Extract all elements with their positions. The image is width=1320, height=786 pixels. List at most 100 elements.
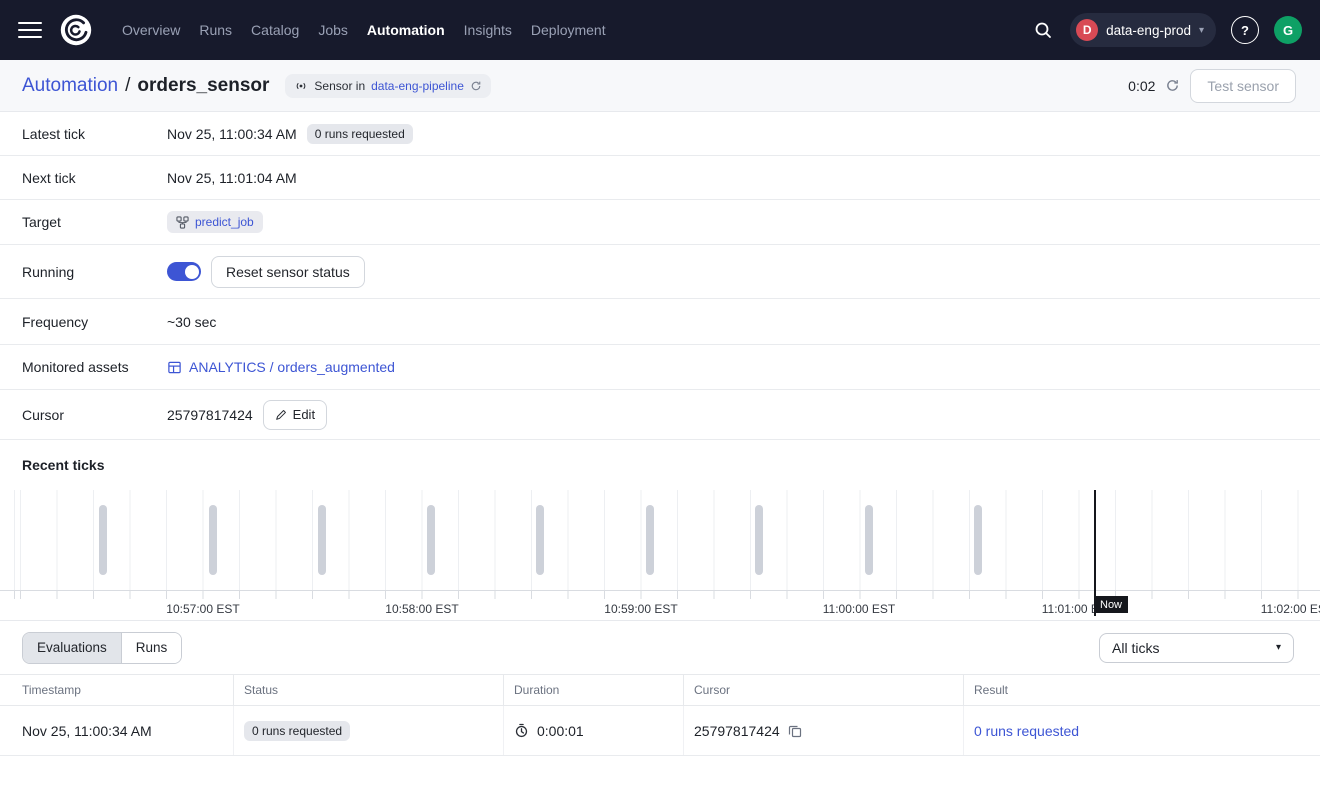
- col-cursor: Cursor: [683, 675, 963, 705]
- reset-sensor-status-button[interactable]: Reset sensor status: [211, 256, 365, 288]
- breadcrumb-automation-link[interactable]: Automation: [22, 75, 118, 97]
- col-duration: Duration: [503, 675, 683, 705]
- col-result: Result: [963, 675, 1320, 705]
- copy-icon[interactable]: [788, 724, 802, 738]
- search-icon[interactable]: [1031, 18, 1055, 42]
- detail-row-frequency: Frequency ~30 sec: [0, 299, 1320, 345]
- evaluations-toolbar: Evaluations Runs All ticks ▾: [0, 620, 1320, 674]
- target-job-link[interactable]: predict_job: [167, 211, 263, 233]
- sensor-tick-bar[interactable]: [974, 505, 982, 575]
- nav-runs[interactable]: Runs: [199, 22, 232, 38]
- top-nav: Overview Runs Catalog Jobs Automation In…: [0, 0, 1320, 60]
- monitored-asset-link[interactable]: ANALYTICS / orders_augmented: [167, 359, 395, 375]
- target-job-name: predict_job: [195, 215, 254, 229]
- detail-row-latest-tick: Latest tick Nov 25, 11:00:34 AM 0 runs r…: [0, 112, 1320, 156]
- table-header-row: Timestamp Status Duration Cursor Result: [0, 674, 1320, 706]
- tab-runs[interactable]: Runs: [122, 633, 182, 663]
- ticks-filter-select[interactable]: All ticks ▾: [1099, 633, 1294, 663]
- col-timestamp: Timestamp: [0, 675, 233, 705]
- refresh-icon[interactable]: [1165, 78, 1180, 93]
- deployment-badge: D: [1076, 19, 1098, 41]
- target-label: Target: [22, 214, 167, 230]
- sensor-icon: [294, 79, 308, 93]
- nav-items: Overview Runs Catalog Jobs Automation In…: [122, 22, 606, 38]
- timeline-axis-label: 10:57:00 EST: [166, 602, 239, 616]
- sensor-tick-bar[interactable]: [209, 505, 217, 575]
- monitored-asset-name: ANALYTICS / orders_augmented: [189, 359, 395, 375]
- page-header: Automation / orders_sensor Sensor in dat…: [0, 60, 1320, 112]
- detail-row-next-tick: Next tick Nov 25, 11:01:04 AM: [0, 156, 1320, 200]
- sensor-tick-bar[interactable]: [318, 505, 326, 575]
- deployment-name: data-eng-prod: [1106, 23, 1191, 38]
- reload-location-icon[interactable]: [470, 80, 482, 92]
- evaluations-table: Timestamp Status Duration Cursor Result …: [0, 674, 1320, 756]
- eval-timestamp: Nov 25, 11:00:34 AM: [0, 706, 233, 755]
- timeline-plot: [0, 490, 1320, 590]
- eval-duration: 0:00:01: [537, 723, 584, 739]
- edit-button-label: Edit: [293, 407, 315, 422]
- nav-jobs[interactable]: Jobs: [318, 22, 348, 38]
- tab-group: Evaluations Runs: [22, 632, 182, 664]
- timeline-axis-label: 10:59:00 EST: [604, 602, 677, 616]
- nav-deployment[interactable]: Deployment: [531, 22, 606, 38]
- header-right-cluster: 0:02 Test sensor: [1128, 69, 1296, 103]
- sensor-context-pill: Sensor in data-eng-pipeline: [285, 74, 490, 98]
- detail-row-monitored-assets: Monitored assets ANALYTICS / orders_augm…: [0, 345, 1320, 390]
- detail-row-cursor: Cursor 25797817424 Edit: [0, 390, 1320, 440]
- frequency-value: ~30 sec: [167, 314, 216, 330]
- automation-sensor-page: Overview Runs Catalog Jobs Automation In…: [0, 0, 1320, 786]
- dagster-logo-icon[interactable]: [56, 10, 96, 50]
- sensor-tick-bar[interactable]: [755, 505, 763, 575]
- sensor-tick-bar[interactable]: [99, 505, 107, 575]
- caret-down-icon: ▾: [1276, 642, 1281, 653]
- filter-selected-value: All ticks: [1112, 640, 1159, 656]
- nav-insights[interactable]: Insights: [464, 22, 512, 38]
- sensor-tick-bar[interactable]: [646, 505, 654, 575]
- timeline-axis-label: 11:00:00 EST: [823, 602, 896, 616]
- eval-result-link[interactable]: 0 runs requested: [974, 723, 1079, 739]
- next-tick-value: Nov 25, 11:01:04 AM: [167, 170, 297, 186]
- avatar[interactable]: G: [1274, 16, 1302, 44]
- nav-automation[interactable]: Automation: [367, 22, 445, 38]
- chevron-down-icon: ▾: [1199, 25, 1204, 36]
- refresh-timer: 0:02: [1128, 78, 1155, 94]
- deployment-switcher[interactable]: D data-eng-prod ▾: [1070, 13, 1216, 47]
- help-icon[interactable]: ?: [1231, 16, 1259, 44]
- evaluation-row[interactable]: Nov 25, 11:00:34 AM 0 runs requested 0:0…: [0, 706, 1320, 756]
- sensor-pill-prefix: Sensor in: [314, 79, 365, 93]
- eval-status-badge: 0 runs requested: [244, 721, 350, 741]
- sensor-tick-bar[interactable]: [865, 505, 873, 575]
- latest-tick-status-badge: 0 runs requested: [307, 124, 413, 144]
- latest-tick-value: Nov 25, 11:00:34 AM: [167, 126, 297, 142]
- nav-right-cluster: D data-eng-prod ▾ ? G: [1031, 13, 1302, 47]
- detail-row-target: Target predict_job: [0, 200, 1320, 245]
- cursor-label: Cursor: [22, 407, 167, 423]
- job-icon: [176, 216, 189, 229]
- page-title: orders_sensor: [137, 75, 269, 97]
- sensor-tick-bar[interactable]: [427, 505, 435, 575]
- cursor-value: 25797817424: [167, 407, 253, 423]
- timeline-axis-label: 11:02:00 EST: [1261, 602, 1320, 616]
- detail-row-running: Running Reset sensor status: [0, 245, 1320, 299]
- menu-icon[interactable]: [18, 22, 42, 38]
- next-tick-label: Next tick: [22, 170, 167, 186]
- test-sensor-button[interactable]: Test sensor: [1190, 69, 1296, 103]
- nav-overview[interactable]: Overview: [122, 22, 180, 38]
- recent-ticks-heading: Recent ticks: [0, 440, 1320, 490]
- tick-timeline[interactable]: Now 10:57:00 EST10:58:00 EST10:59:00 EST…: [0, 490, 1320, 620]
- code-location-link[interactable]: data-eng-pipeline: [371, 79, 464, 93]
- running-label: Running: [22, 264, 167, 280]
- tab-evaluations[interactable]: Evaluations: [23, 633, 122, 663]
- sensor-tick-bar[interactable]: [536, 505, 544, 575]
- pencil-icon: [275, 409, 287, 421]
- stopwatch-icon: [514, 723, 529, 738]
- eval-cursor: 25797817424: [694, 723, 780, 739]
- running-toggle[interactable]: [167, 262, 201, 281]
- latest-tick-label: Latest tick: [22, 126, 167, 142]
- breadcrumb-separator: /: [125, 75, 130, 97]
- monitored-assets-label: Monitored assets: [22, 359, 167, 375]
- nav-catalog[interactable]: Catalog: [251, 22, 299, 38]
- edit-cursor-button[interactable]: Edit: [263, 400, 327, 430]
- now-badge: Now: [1094, 596, 1128, 613]
- frequency-label: Frequency: [22, 314, 167, 330]
